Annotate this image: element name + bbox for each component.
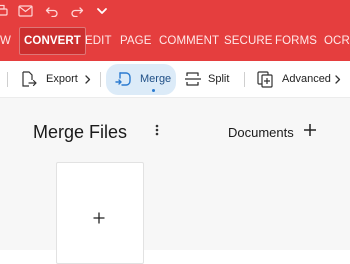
add-file-card[interactable] xyxy=(56,162,144,264)
export-icon xyxy=(20,70,38,88)
advanced-label: Advanced xyxy=(282,73,331,85)
ribbon-tabs: W CONVERT EDIT PAGE COMMENT SECURE FORMS… xyxy=(0,22,350,61)
split-label: Split xyxy=(208,73,230,85)
export-button[interactable]: Export xyxy=(20,65,78,93)
advanced-icon xyxy=(256,70,274,88)
print-icon[interactable] xyxy=(0,3,9,19)
active-indicator xyxy=(152,89,155,92)
tab-view[interactable]: W xyxy=(0,29,11,53)
plus-icon xyxy=(303,123,317,142)
more-options-button[interactable] xyxy=(147,122,167,142)
toolbar-divider xyxy=(7,72,8,87)
merge-tool[interactable]: Merge xyxy=(114,65,171,93)
page-title: Merge Files xyxy=(33,122,128,142)
merge-icon xyxy=(114,70,132,88)
advanced-more-chevron-icon[interactable] xyxy=(333,72,343,86)
merge-panel: Merge Files Documents xyxy=(0,98,350,264)
tab-edit[interactable]: EDIT xyxy=(85,29,112,53)
tab-comment[interactable]: COMMENT xyxy=(159,29,219,53)
plus-icon xyxy=(93,211,105,224)
split-button[interactable]: Split xyxy=(184,65,229,93)
tab-secure[interactable]: SECURE xyxy=(224,29,273,53)
split-icon xyxy=(184,70,202,88)
more-vertical-icon xyxy=(155,123,159,141)
toolbar-divider xyxy=(244,72,245,87)
tab-page[interactable]: PAGE xyxy=(120,29,152,53)
redo-icon[interactable] xyxy=(69,3,85,19)
merge-label: Merge xyxy=(140,73,172,85)
toolbar-divider xyxy=(100,72,101,87)
export-label: Export xyxy=(46,73,78,85)
undo-icon[interactable] xyxy=(44,3,60,19)
tab-forms[interactable]: FORMS xyxy=(275,29,317,53)
tab-convert[interactable]: CONVERT xyxy=(19,27,86,55)
advanced-button[interactable]: Advanced xyxy=(256,65,331,93)
chevron-down-icon[interactable] xyxy=(94,3,110,19)
mail-icon[interactable] xyxy=(17,3,33,19)
add-document-button[interactable] xyxy=(300,122,320,142)
documents-label: Documents xyxy=(228,125,294,140)
title-bar xyxy=(0,0,350,22)
toolbar: Export Merge Split Advanced xyxy=(0,61,350,98)
export-more-chevron-icon[interactable] xyxy=(83,72,93,86)
tab-ocr[interactable]: OCR xyxy=(324,29,350,53)
